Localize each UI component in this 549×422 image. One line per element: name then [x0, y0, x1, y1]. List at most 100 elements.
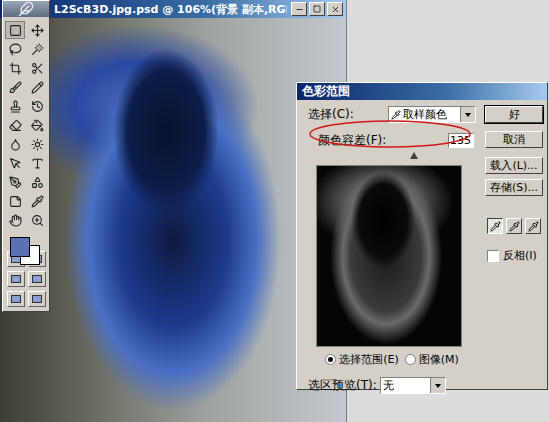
jump-to-button[interactable] [28, 291, 46, 307]
marquee-tool-icon [9, 24, 22, 37]
jump-buttons [7, 291, 46, 307]
dropdown-arrow [460, 107, 475, 122]
view-options: 选择范围(E) 图像(M) [308, 352, 476, 367]
dropdown-arrow [430, 378, 445, 393]
tolerance-label: 颜色容差(F): [318, 132, 386, 149]
tool-button[interactable] [5, 135, 25, 153]
brush-tool-icon [9, 81, 22, 94]
screen-mode-icon [32, 275, 42, 283]
tool-button[interactable] [27, 116, 47, 134]
screen-mode-icon [11, 275, 21, 283]
dialog-title[interactable]: 色彩范围 [297, 83, 547, 100]
window-controls [291, 2, 343, 16]
screen-mode-button[interactable] [28, 271, 46, 287]
eyedropper-icon [528, 221, 539, 232]
blur-tool-icon [9, 138, 22, 151]
dialog-button[interactable]: 存储(S)... [485, 179, 543, 196]
minimize-icon [295, 5, 304, 14]
tool-button[interactable] [5, 116, 25, 134]
hand-tool-icon [9, 214, 22, 227]
document-title-bar[interactable]: L2ScB3D.jpg.psd @ 106%(背景 副本,RGB) [0, 0, 346, 18]
tool-button[interactable] [5, 78, 25, 96]
tool-button[interactable] [27, 78, 47, 96]
full-screen-icon [11, 295, 21, 303]
tool-button[interactable] [5, 211, 25, 229]
jump-to-icon [32, 295, 42, 303]
dropdown-arrow-icon [465, 113, 471, 117]
dialog-button[interactable]: 好 [485, 106, 543, 123]
tool-button[interactable] [5, 97, 25, 115]
tool-button[interactable] [5, 40, 25, 58]
tool-button[interactable] [5, 154, 25, 172]
stamp-tool-icon [9, 100, 22, 113]
eyedropper-button[interactable] [525, 218, 541, 234]
full-screen-button[interactable] [7, 291, 25, 307]
tool-button[interactable] [27, 21, 47, 39]
eyedropper-button[interactable] [487, 218, 503, 234]
select-label: 选择(C): [308, 106, 354, 123]
dialog-main-column: 选择(C): 取样颜色颜色容差(F): 135 选择范围(E) 图像(M) 选区预览(T)… [308, 106, 476, 394]
tool-button[interactable] [27, 135, 47, 153]
eraser-tool-icon [9, 119, 22, 132]
tool-button[interactable] [5, 173, 25, 191]
toolbox-header[interactable] [3, 1, 49, 17]
dialog-button[interactable]: 取消 [485, 131, 543, 148]
photo-canvas[interactable] [0, 18, 346, 422]
close-button[interactable] [327, 2, 343, 16]
color-range-dialog: 色彩范围选择(C):取样颜色颜色容差(F):135选择范围(E)图像(M)选区预… [296, 82, 548, 390]
tool-button[interactable] [27, 40, 47, 58]
dialog-button-column: 好取消载入(L)... 存储(S)... 反相(I) [485, 106, 543, 394]
radio-button[interactable] [325, 354, 336, 365]
select-row: 选择(C): 取样颜色 [308, 106, 476, 123]
view-option-label: 选择范围(E) [339, 352, 399, 367]
invert-label: 反相(I) [503, 248, 537, 263]
foreground-swatch[interactable] [10, 237, 30, 257]
selection-preview[interactable] [316, 165, 462, 347]
eyedropper-button[interactable] [506, 218, 522, 234]
preview-row: 选区预览(T):无 [308, 377, 476, 394]
tool-button[interactable] [27, 192, 47, 210]
type-tool-icon [31, 157, 44, 170]
tool-button[interactable] [27, 154, 47, 172]
tolerance-slider[interactable] [318, 151, 460, 161]
history-brush-tool-icon [31, 100, 44, 113]
view-option-label: 图像(M) [419, 352, 459, 367]
tool-button[interactable] [27, 97, 47, 115]
pencil-tool-icon [31, 81, 44, 94]
eyedropper-icon [391, 110, 401, 120]
select-dropdown[interactable]: 取样颜色 [388, 106, 476, 123]
tool-button[interactable] [27, 59, 47, 77]
tool-button[interactable] [5, 59, 25, 77]
screen-mode-button[interactable] [7, 271, 25, 287]
radio-button[interactable] [405, 354, 416, 365]
highlight-ellipse-icon [308, 119, 472, 149]
invert-checkbox[interactable] [487, 250, 499, 262]
tool-grid [5, 21, 47, 229]
color-swatches [8, 235, 44, 247]
radio-dot [328, 357, 333, 362]
zoom-tool-icon [31, 214, 44, 227]
eyedropper-icon [509, 221, 520, 232]
lasso-tool-icon [9, 43, 22, 56]
eyedropper-row [485, 218, 543, 234]
dropdown-arrow-icon [435, 384, 441, 388]
tool-button[interactable] [5, 192, 25, 210]
maximize-button[interactable] [309, 2, 325, 16]
feather-logo-icon [18, 1, 34, 17]
tolerance-row: 颜色容差(F): 135 [308, 132, 476, 149]
minimize-button[interactable] [291, 2, 307, 16]
invert-row[interactable]: 反相(I) [485, 248, 543, 263]
path-select-tool-icon [9, 157, 22, 170]
preview-dropdown[interactable]: 无 [380, 377, 446, 394]
eyedropper-icon [490, 221, 501, 232]
shape-tool-icon [31, 176, 44, 189]
tool-button[interactable] [27, 211, 47, 229]
view-option[interactable]: 图像(M) [405, 352, 459, 367]
view-option[interactable]: 选择范围(E) [325, 352, 399, 367]
document-title: L2ScB3D.jpg.psd @ 106%(背景 副本,RGB) [54, 2, 287, 17]
tolerance-input[interactable]: 135 [448, 133, 474, 148]
tool-button[interactable] [5, 21, 25, 39]
slider-thumb[interactable] [410, 152, 418, 159]
tool-button[interactable] [27, 173, 47, 191]
dialog-button[interactable]: 载入(L)... [485, 157, 543, 174]
